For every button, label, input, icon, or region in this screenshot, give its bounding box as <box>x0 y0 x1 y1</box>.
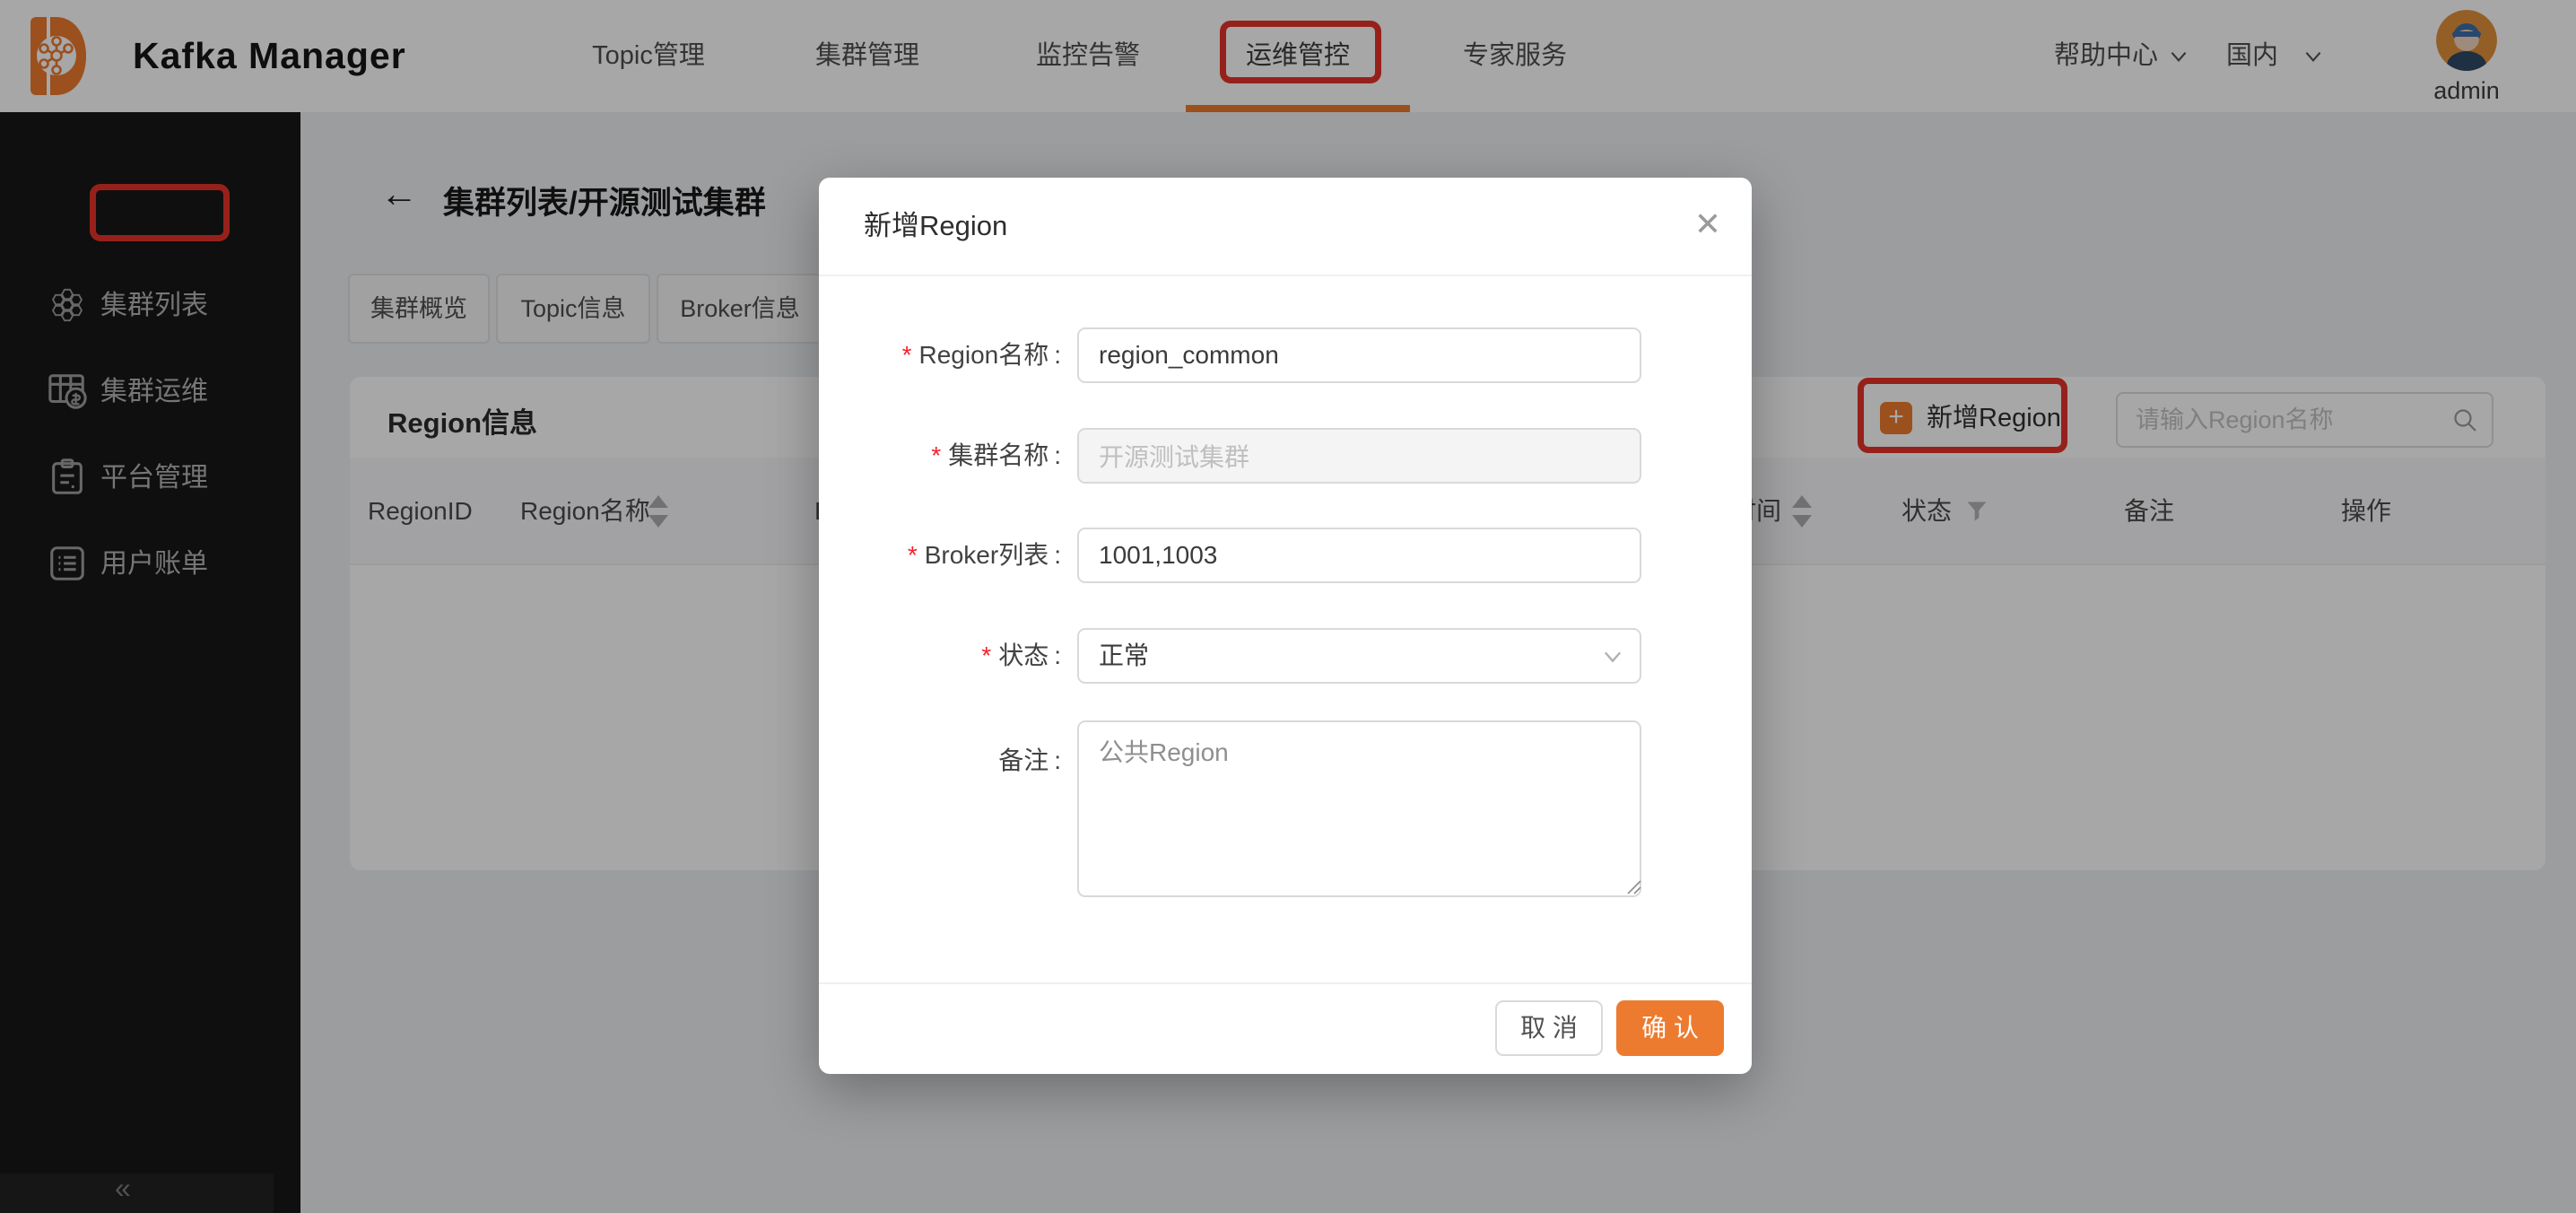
field-label-cluster-name: * 集群名称: <box>931 441 1061 469</box>
required-mark: * <box>901 341 912 369</box>
field-label-status: * 状态: <box>981 641 1061 669</box>
status-select-value: 正常 <box>1099 641 1150 669</box>
modal-title: 新增Region <box>864 210 1008 241</box>
close-icon[interactable]: ✕ <box>1694 178 1721 275</box>
modal-header-divider <box>819 275 1752 276</box>
broker-list-input[interactable] <box>1077 528 1641 583</box>
required-mark: * <box>931 441 942 469</box>
field-label-remark: 备注: <box>998 746 1061 774</box>
add-region-modal: 新增Region ✕ *Region名称: *集群名称: *Broker列表: … <box>819 178 1752 1074</box>
chevron-down-icon <box>1604 651 1622 663</box>
remark-textarea[interactable]: 公共Region <box>1077 720 1641 897</box>
required-mark: * <box>981 641 992 669</box>
field-label-broker-list: * Broker列表: <box>907 541 1061 569</box>
region-name-input[interactable] <box>1077 327 1641 383</box>
cluster-name-input[interactable] <box>1077 428 1641 484</box>
field-label-region-name: * Region名称: <box>901 341 1061 369</box>
status-select[interactable]: 正常 <box>1077 628 1641 684</box>
required-mark: * <box>907 541 918 569</box>
cancel-button[interactable]: 取 消 <box>1495 1000 1603 1056</box>
confirm-button[interactable]: 确 认 <box>1616 1000 1724 1056</box>
modal-footer-divider <box>819 982 1752 984</box>
